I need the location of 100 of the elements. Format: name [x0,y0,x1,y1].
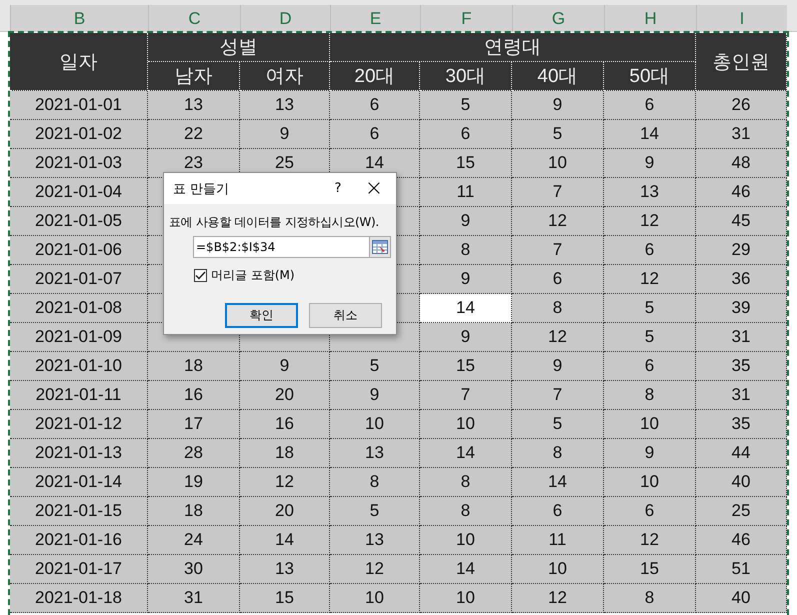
table-cell: 20 [240,497,330,526]
table-cell: 10 [420,526,512,555]
table-cell: 30 [148,555,240,584]
table-cell: 15 [420,352,512,381]
table-cell: 51 [696,555,787,584]
table-cell: 2021-01-07 [10,265,148,294]
table-cell: 14 [420,439,512,468]
column-header[interactable]: B [10,5,148,32]
table-cell: 35 [696,410,787,439]
table-cell: 20 [240,381,330,410]
table-cell: 31 [148,584,240,613]
table-cell: 12 [512,584,604,613]
table-cell: 31 [696,381,787,410]
table-cell: 9 [604,439,696,468]
column-header[interactable]: F [420,5,512,32]
table-cell: 2021-01-10 [10,352,148,381]
table-cell: 12 [604,265,696,294]
table-cell: 8 [512,294,604,323]
table-cell: 10 [330,410,420,439]
table-cell: 15 [240,584,330,613]
table-cell: 6 [330,91,420,120]
table-cell: 9 [604,149,696,178]
table-cell: 14 [420,555,512,584]
column-header[interactable]: E [330,5,420,32]
table-cell: 6 [604,497,696,526]
table-cell: 7 [512,178,604,207]
table-cell: 2021-01-09 [10,323,148,352]
table-cell: 25 [696,497,787,526]
active-cell: 14 [420,294,512,323]
table-cell: 12 [240,468,330,497]
table-cell: 35 [696,352,787,381]
close-button[interactable]: × [352,176,396,201]
table-cell: 11 [420,178,512,207]
column-header[interactable]: D [240,5,330,32]
table-cell: 10 [512,149,604,178]
table-cell: 31 [696,323,787,352]
table-cell: 6 [512,265,604,294]
table-cell: 9 [512,91,604,120]
table-cell: 7 [512,236,604,265]
table-cell: 8 [604,381,696,410]
table-cell: 5 [512,410,604,439]
table-cell: 48 [696,149,787,178]
range-picker-icon[interactable] [369,236,391,258]
table-cell: 6 [604,352,696,381]
table-cell: 28 [148,439,240,468]
table-cell: 7 [420,381,512,410]
checkbox-label: 머리글 포함(M) [211,267,295,284]
table-cell: 14 [604,120,696,149]
table-cell: 31 [696,120,787,149]
header-cell: 연령대 [330,33,696,62]
table-cell: 2021-01-04 [10,178,148,207]
table-cell: 14 [240,526,330,555]
table-cell: 13 [330,526,420,555]
table-cell: 5 [330,497,420,526]
column-header[interactable]: H [604,5,696,32]
table-cell: 39 [696,294,787,323]
table-cell: 10 [604,468,696,497]
table-cell: 12 [604,526,696,555]
ok-button[interactable]: 확인 [225,303,298,328]
table-cell: 12 [604,207,696,236]
table-cell: 46 [696,526,787,555]
table-cell: 2021-01-16 [10,526,148,555]
table-cell: 12 [512,207,604,236]
table-cell: 9 [330,381,420,410]
table-cell: 8 [420,497,512,526]
table-cell: 2021-01-05 [10,207,148,236]
column-header[interactable]: I [696,5,787,32]
table-cell: 8 [512,439,604,468]
table-cell: 6 [604,91,696,120]
table-cell: 18 [240,439,330,468]
table-cell: 2021-01-02 [10,120,148,149]
table-cell: 2021-01-13 [10,439,148,468]
table-cell: 9 [420,323,512,352]
table-cell: 12 [330,555,420,584]
table-cell: 2021-01-01 [10,91,148,120]
table-cell: 9 [240,120,330,149]
table-cell: 16 [240,410,330,439]
cancel-button[interactable]: 취소 [309,303,382,328]
table-cell: 40 [696,468,787,497]
table-cell: 10 [512,555,604,584]
table-cell: 16 [148,381,240,410]
table-cell: 2021-01-11 [10,381,148,410]
header-cell: 성별 [148,33,330,62]
column-header[interactable]: G [512,5,604,32]
table-cell: 9 [512,352,604,381]
header-cell: 남자 [148,62,240,91]
table-cell: 2021-01-06 [10,236,148,265]
header-checkbox[interactable] [194,269,207,282]
table-cell: 2021-01-14 [10,468,148,497]
table-cell: 5 [420,91,512,120]
table-cell: 5 [512,120,604,149]
help-button[interactable]: ? [324,181,352,196]
range-field[interactable]: =$B$2:$I$34 [193,236,369,258]
table-cell: 18 [148,352,240,381]
table-cell: 2021-01-15 [10,497,148,526]
column-header[interactable]: C [148,5,240,32]
table-cell: 40 [696,584,787,613]
table-cell: 5 [330,352,420,381]
header-cell: 총인원 [696,33,787,91]
table-cell: 2021-01-12 [10,410,148,439]
